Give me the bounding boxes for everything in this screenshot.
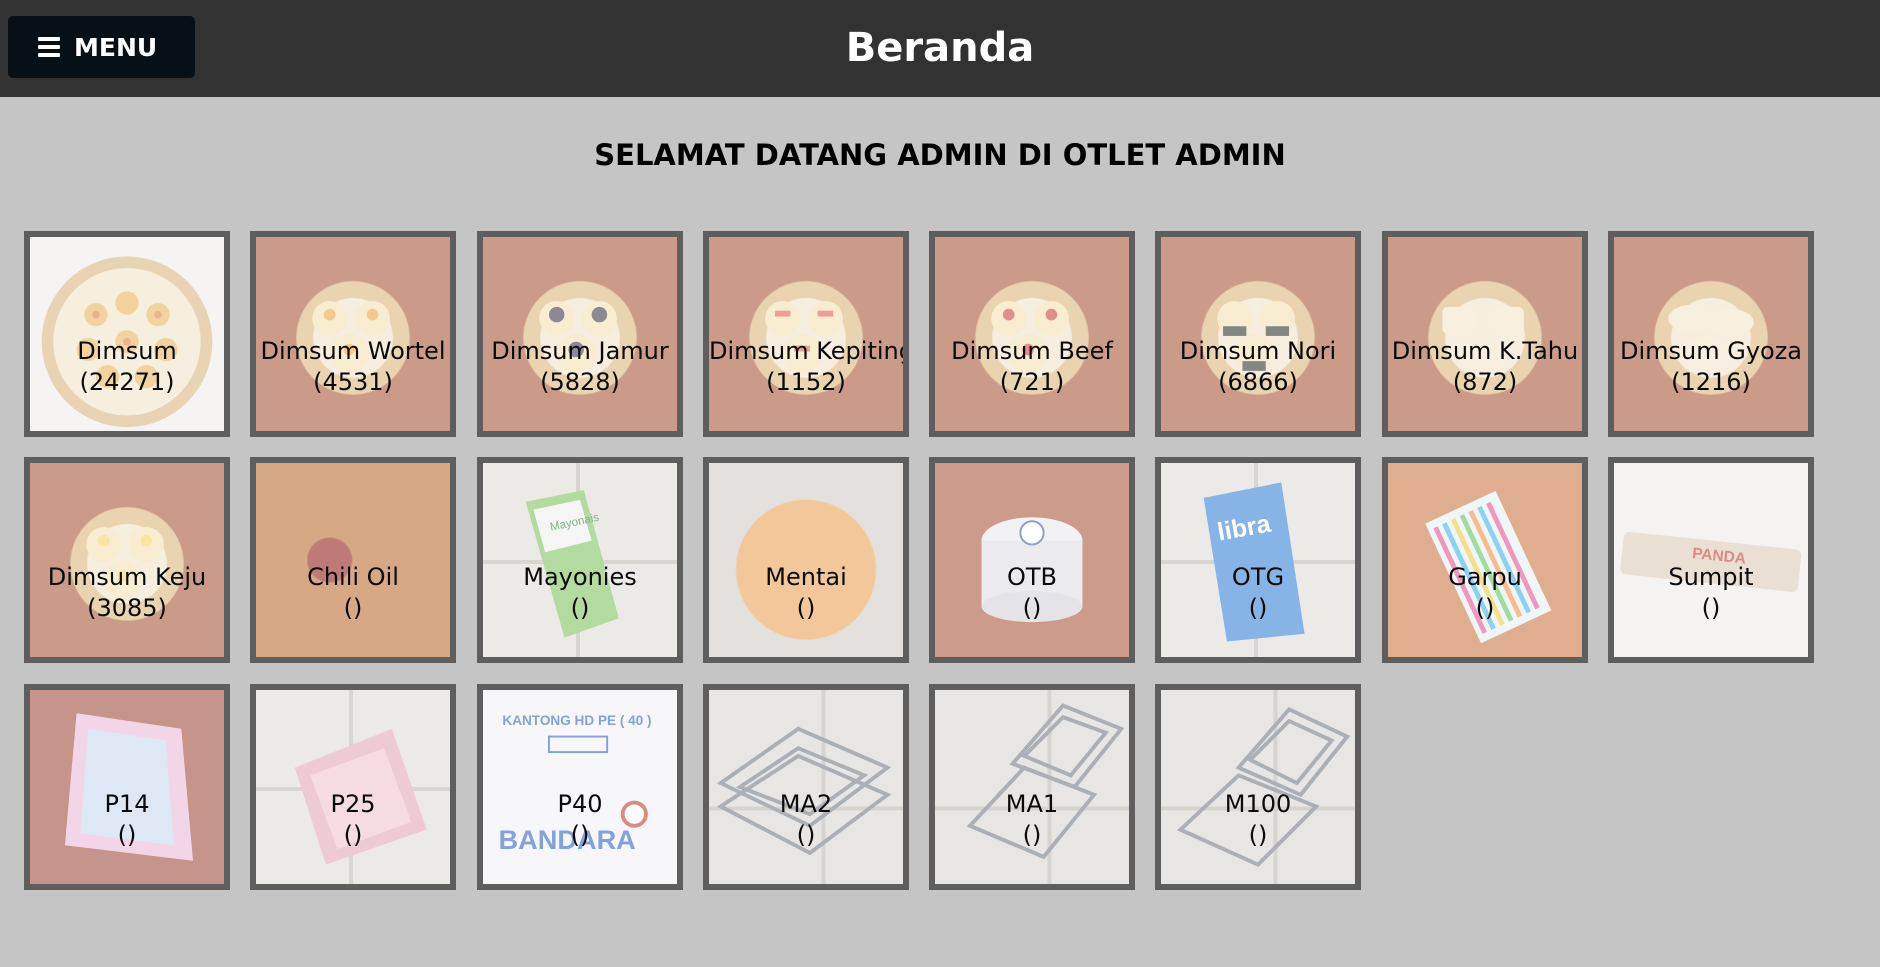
- product-tile-dimsum-k-tahu[interactable]: Dimsum K.Tahu (872): [1382, 231, 1588, 437]
- tile-label: Dimsum Jamur (5828): [491, 337, 669, 396]
- tile-label: M100(): [1224, 790, 1292, 849]
- tile-label: Dimsum Kepiting (1152): [709, 337, 909, 396]
- product-tile-sumpit[interactable]: PANDA Sumpit(): [1608, 457, 1814, 663]
- tile-label: Dimsum Wortel (4531): [260, 337, 446, 396]
- tile-label: P40(): [557, 790, 603, 849]
- product-tile-m100[interactable]: M100(): [1155, 684, 1361, 890]
- clamshell-box-icon: [1161, 690, 1355, 884]
- tile-label: OTB(): [1006, 563, 1057, 622]
- tile-label: Dimsum K.Tahu (872): [1391, 337, 1579, 396]
- product-tile-dimsum-nori[interactable]: Dimsum Nori (6866): [1155, 231, 1361, 437]
- tile-label: Mentai(): [765, 563, 847, 622]
- clamshell-box-icon: [935, 690, 1129, 884]
- menu-button[interactable]: MENU: [8, 16, 195, 78]
- tile-label: P14(): [104, 790, 150, 849]
- tile-label: Dimsum Beef (721): [951, 337, 1113, 396]
- product-tile-mayonies[interactable]: Mayonais Mayonies(): [477, 457, 683, 663]
- product-tile-garpu[interactable]: Garpu(): [1382, 457, 1588, 663]
- tile-label: MA2(): [779, 790, 833, 849]
- plastic-container-icon: [935, 463, 1129, 657]
- product-tile-dimsum-jamur[interactable]: Dimsum Jamur (5828): [477, 231, 683, 437]
- steamer-basket-icon: [935, 237, 1129, 431]
- tile-label: Dimsum Gyoza (1216): [1619, 337, 1803, 396]
- chopsticks-pack-icon: PANDA: [1614, 463, 1808, 657]
- steamer-basket-icon: [256, 237, 450, 431]
- menu-label: MENU: [74, 32, 158, 62]
- product-tile-otg[interactable]: libra OTG(): [1155, 457, 1361, 663]
- svg-text:KANTONG HD PE ( 40 ): KANTONG HD PE ( 40 ): [502, 713, 651, 728]
- plastic-bag-icon: [30, 690, 224, 884]
- mentai-sauce-icon: [709, 463, 903, 657]
- product-tile-chili-oil[interactable]: Chili Oil(): [250, 457, 456, 663]
- page-title: Beranda: [845, 25, 1035, 71]
- tile-label: Dimsum Nori (6866): [1179, 337, 1337, 396]
- steamer-basket-icon: [709, 237, 903, 431]
- tile-label: Garpu(): [1448, 563, 1522, 622]
- steamer-basket-icon: [1161, 237, 1355, 431]
- steamer-basket-icon: [483, 237, 677, 431]
- tile-label: Chili Oil(): [307, 563, 399, 622]
- product-tile-dimsum-keju[interactable]: Dimsum Keju (3085): [24, 457, 230, 663]
- svg-text:libra: libra: [1215, 510, 1273, 547]
- welcome-heading: SELAMAT DATANG ADMIN DI OTLET ADMIN: [594, 138, 1286, 172]
- product-tile-mentai[interactable]: Mentai(): [703, 457, 909, 663]
- container-bag-icon: libra: [1161, 463, 1355, 657]
- product-tile-otb[interactable]: OTB(): [929, 457, 1135, 663]
- tile-label: Dimsum Keju (3085): [47, 563, 207, 622]
- svg-text:Mayonais: Mayonais: [549, 511, 601, 534]
- tile-label: OTG(): [1231, 563, 1285, 622]
- plastic-bag-icon: KANTONG HD PE ( 40 ) BANDARA: [483, 690, 677, 884]
- product-tile-dimsum-gyoza[interactable]: Dimsum Gyoza (1216): [1608, 231, 1814, 437]
- steamer-basket-icon: [30, 237, 224, 431]
- product-tile-dimsum-wortel[interactable]: Dimsum Wortel (4531): [250, 231, 456, 437]
- chili-oil-icon: [256, 463, 450, 657]
- steamer-basket-icon: [1614, 237, 1808, 431]
- product-tile-dimsum[interactable]: Dimsum (24271): [24, 231, 230, 437]
- mayonnaise-pouch-icon: Mayonais: [483, 463, 677, 657]
- product-tile-p14[interactable]: P14(): [24, 684, 230, 890]
- clamshell-box-icon: [709, 690, 903, 884]
- steamer-basket-icon: [30, 463, 224, 657]
- product-tile-ma1[interactable]: MA1(): [929, 684, 1135, 890]
- tile-label: Dimsum (24271): [77, 337, 177, 396]
- tile-label: Sumpit(): [1668, 563, 1754, 622]
- fork-pack-icon: [1388, 463, 1582, 657]
- tile-label: Mayonies(): [523, 563, 637, 622]
- product-tile-dimsum-kepiting[interactable]: Dimsum Kepiting (1152): [703, 231, 909, 437]
- product-tile-ma2[interactable]: MA2(): [703, 684, 909, 890]
- tile-label: MA1(): [1005, 790, 1059, 849]
- steamer-basket-icon: [1388, 237, 1582, 431]
- tile-label: P25(): [330, 790, 376, 849]
- top-bar: Beranda MENU: [0, 0, 1880, 97]
- product-tile-dimsum-beef[interactable]: Dimsum Beef (721): [929, 231, 1135, 437]
- hamburger-icon: [38, 37, 60, 57]
- plastic-bag-icon: [256, 690, 450, 884]
- product-tile-p40[interactable]: KANTONG HD PE ( 40 ) BANDARA P40(): [477, 684, 683, 890]
- product-tile-p25[interactable]: P25(): [250, 684, 456, 890]
